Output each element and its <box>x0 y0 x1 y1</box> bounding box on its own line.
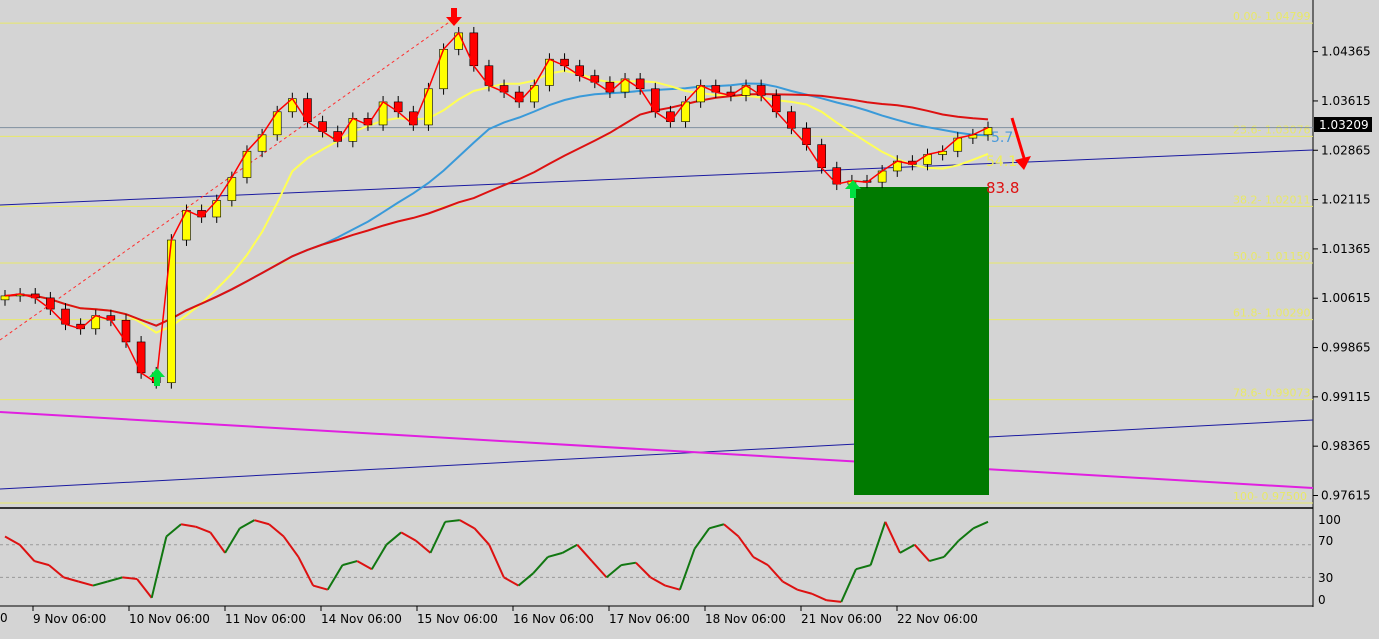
fib-level-label: 23.6- 1.03076 <box>1233 123 1310 136</box>
price-tick-label: 1.02865 <box>1321 143 1371 157</box>
chart-window[interactable]: 0.00- 1.04799 23.6- 1.03076 38.2- 1.02011 5… <box>0 0 1379 639</box>
time-tick-label: 16 Nov 06:00 <box>513 612 594 626</box>
price-tick-label: 1.01365 <box>1321 242 1371 256</box>
fib-level-label: 61.8- 1.00290 <box>1233 307 1310 320</box>
price-tick-label: 0.99115 <box>1321 390 1371 404</box>
time-tick-label: 18 Nov 06:00 <box>705 612 786 626</box>
time-tick-label: 9 Nov 06:00 <box>33 612 106 626</box>
candle-body <box>0 295 10 301</box>
x-tick-partial: 0 <box>0 611 8 625</box>
time-tick-label: 11 Nov 06:00 <box>225 612 306 626</box>
chart-canvas[interactable]: 0.00- 1.04799 23.6- 1.03076 38.2- 1.02011 5… <box>0 0 1379 639</box>
price-tick-label: 0.99865 <box>1321 341 1371 355</box>
osc-tick-100: 100 <box>1318 513 1341 527</box>
osc-tick-70: 70 <box>1318 534 1333 548</box>
target-box-layer <box>854 187 989 495</box>
fib-level-label: 0.00- 1.04799 <box>1233 10 1310 23</box>
osc-tick-30: 30 <box>1318 571 1333 585</box>
indicator-value-yellow: 54.1 <box>986 154 1017 170</box>
indicator-value-red: 83.8 <box>986 179 1019 197</box>
time-tick-label: 15 Nov 06:00 <box>417 612 498 626</box>
fib-level-label: 50.0- 1.01150 <box>1233 250 1310 263</box>
price-tick-label: 0.97615 <box>1321 488 1371 502</box>
osc-tick-0: 0 <box>1318 593 1326 607</box>
price-tick-label: 1.00615 <box>1321 291 1371 305</box>
indicator-value-blue: 5.7 <box>991 130 1013 146</box>
price-panel <box>0 0 1313 507</box>
fib-level-label: 100- 0.97500 <box>1233 490 1307 503</box>
price-axis: 1.04365 1.03615 1.02865 1.02115 1.01365 1.006… <box>1313 45 1371 502</box>
target-box <box>854 187 989 495</box>
time-tick-label: 21 Nov 06:00 <box>801 612 882 626</box>
time-tick-label: 10 Nov 06:00 <box>129 612 210 626</box>
oscillator-panel <box>0 510 1313 606</box>
price-tick-label: 1.03615 <box>1321 94 1371 108</box>
fib-level-label: 38.2- 1.02011 <box>1233 193 1310 206</box>
price-tick-label: 0.98365 <box>1321 439 1371 453</box>
price-tick-label: 1.02115 <box>1321 193 1371 207</box>
time-tick-label: 17 Nov 06:00 <box>609 612 690 626</box>
current-price-label: 1.03209 <box>1319 118 1369 132</box>
time-tick-label: 22 Nov 06:00 <box>897 612 978 626</box>
time-tick-label: 14 Nov 06:00 <box>321 612 402 626</box>
price-tick-label: 1.04365 <box>1321 45 1371 59</box>
fib-level-label: 78.6- 0.99073 <box>1233 387 1310 400</box>
time-axis: 9 Nov 06:00 10 Nov 06:00 11 Nov 06:00 14 No… <box>32 606 978 626</box>
